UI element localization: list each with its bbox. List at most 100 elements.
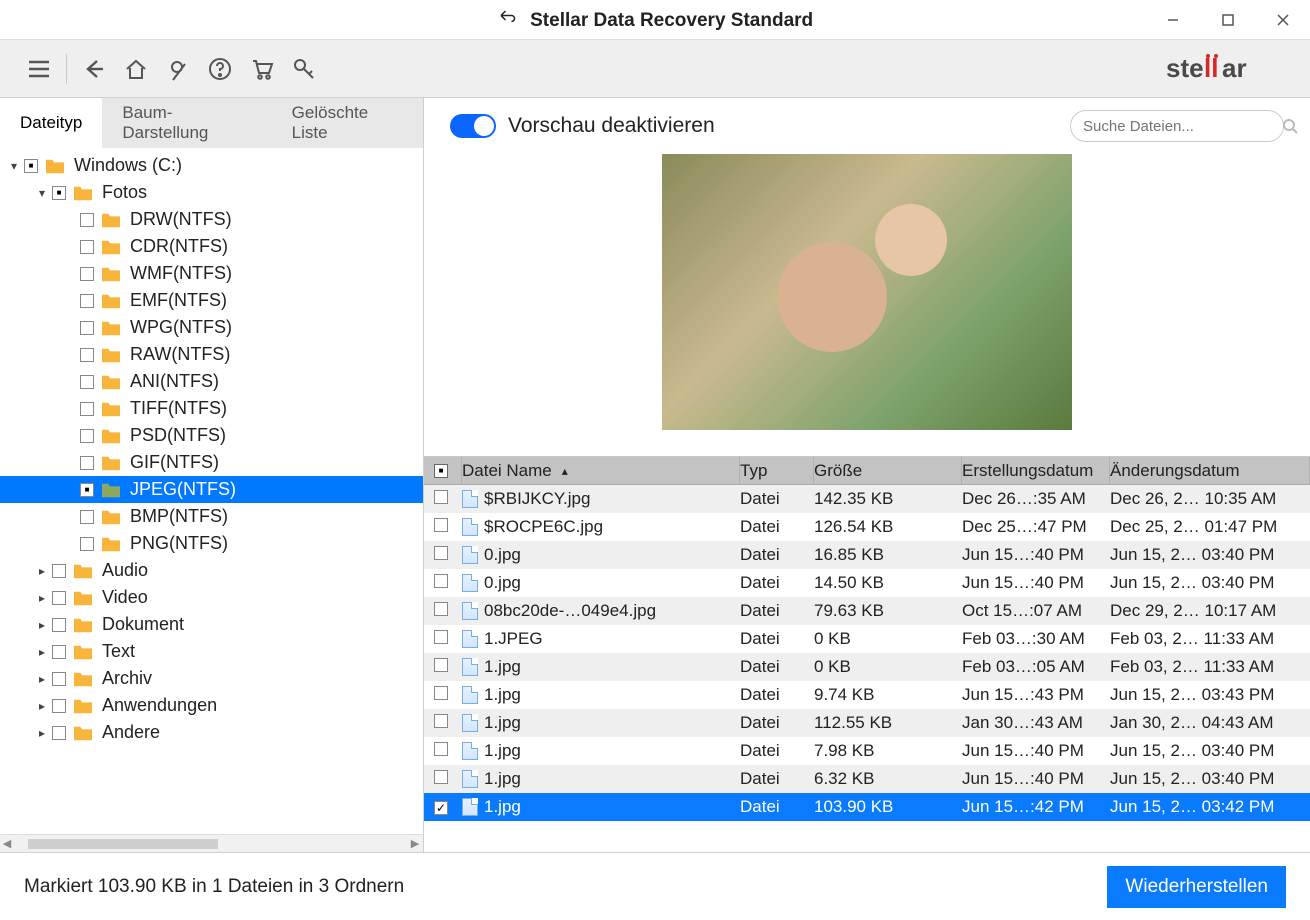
checkbox[interactable] [52, 186, 66, 200]
row-checkbox[interactable] [434, 630, 448, 644]
checkbox[interactable] [80, 294, 94, 308]
tree-item-anwendungen[interactable]: ▸Anwendungen [0, 692, 423, 719]
grid-header[interactable]: Datei Name▴ Typ Größe Erstellungsdatum Ä… [424, 457, 1310, 485]
checkbox[interactable] [80, 348, 94, 362]
col-type[interactable]: Typ [740, 457, 814, 484]
tree-item-wpg-ntfs-[interactable]: WPG(NTFS) [0, 314, 423, 341]
file-row[interactable]: 1.jpgDatei9.74 KBJun 15…:43 PMJun 15, 2…… [424, 681, 1310, 709]
checkbox[interactable] [80, 240, 94, 254]
row-checkbox[interactable] [434, 574, 448, 588]
tree-item-andere[interactable]: ▸Andere [0, 719, 423, 746]
checkbox[interactable] [52, 672, 66, 686]
checkbox[interactable] [80, 510, 94, 524]
checkbox[interactable] [24, 159, 38, 173]
search-input[interactable] [1083, 118, 1282, 135]
caret-icon[interactable]: ▸ [34, 618, 50, 632]
tree-item-tiff-ntfs-[interactable]: TIFF(NTFS) [0, 395, 423, 422]
checkbox[interactable] [80, 321, 94, 335]
header-checkbox[interactable] [434, 464, 448, 478]
caret-icon[interactable]: ▸ [34, 672, 50, 686]
file-row[interactable]: 0.jpgDatei16.85 KBJun 15…:40 PMJun 15, 2… [424, 541, 1310, 569]
cart-button[interactable] [241, 48, 283, 90]
row-checkbox[interactable] [434, 546, 448, 560]
tab-0[interactable]: Dateityp [0, 98, 102, 148]
file-row[interactable]: 0.jpgDatei14.50 KBJun 15…:40 PMJun 15, 2… [424, 569, 1310, 597]
caret-icon[interactable]: ▸ [34, 564, 50, 578]
tree-item-psd-ntfs-[interactable]: PSD(NTFS) [0, 422, 423, 449]
file-row[interactable]: 1.JPEGDatei0 KBFeb 03…:30 AMFeb 03, 2… 1… [424, 625, 1310, 653]
checkbox[interactable] [52, 645, 66, 659]
horizontal-scrollbar[interactable]: ◀ ▶ [0, 834, 423, 852]
file-row[interactable]: 1.jpgDatei0 KBFeb 03…:05 AMFeb 03, 2… 11… [424, 653, 1310, 681]
tree-item-windows-c-[interactable]: ▾Windows (C:) [0, 152, 423, 179]
tree-item-text[interactable]: ▸Text [0, 638, 423, 665]
tree-item-gif-ntfs-[interactable]: GIF(NTFS) [0, 449, 423, 476]
scan-button[interactable] [157, 48, 199, 90]
checkbox[interactable] [52, 618, 66, 632]
file-row[interactable]: $ROCPE6C.jpgDatei126.54 KBDec 25…:47 PMD… [424, 513, 1310, 541]
caret-icon[interactable]: ▸ [34, 726, 50, 740]
checkbox[interactable] [52, 726, 66, 740]
row-checkbox[interactable] [434, 658, 448, 672]
checkbox[interactable] [52, 564, 66, 578]
caret-icon[interactable]: ▾ [34, 186, 50, 200]
tab-1[interactable]: Baum-Darstellung [102, 98, 271, 148]
tree-item-emf-ntfs-[interactable]: EMF(NTFS) [0, 287, 423, 314]
row-checkbox[interactable] [434, 714, 448, 728]
row-checkbox[interactable] [434, 490, 448, 504]
tree-item-png-ntfs-[interactable]: PNG(NTFS) [0, 530, 423, 557]
col-created[interactable]: Erstellungsdatum [962, 457, 1110, 484]
file-grid[interactable]: Datei Name▴ Typ Größe Erstellungsdatum Ä… [424, 456, 1310, 852]
checkbox[interactable] [80, 267, 94, 281]
checkbox[interactable] [52, 591, 66, 605]
file-row[interactable]: 1.jpgDatei112.55 KBJan 30…:43 AMJan 30, … [424, 709, 1310, 737]
tree-item-cdr-ntfs-[interactable]: CDR(NTFS) [0, 233, 423, 260]
file-row[interactable]: 08bc20de-…049e4.jpgDatei79.63 KBOct 15…:… [424, 597, 1310, 625]
menu-button[interactable] [18, 48, 60, 90]
col-modified[interactable]: Änderungsdatum [1110, 457, 1310, 484]
tree-item-raw-ntfs-[interactable]: RAW(NTFS) [0, 341, 423, 368]
tree-item-drw-ntfs-[interactable]: DRW(NTFS) [0, 206, 423, 233]
checkbox[interactable] [80, 456, 94, 470]
checkbox[interactable] [80, 429, 94, 443]
tree-item-fotos[interactable]: ▾Fotos [0, 179, 423, 206]
caret-icon[interactable]: ▸ [34, 645, 50, 659]
row-checkbox[interactable] [434, 518, 448, 532]
col-size[interactable]: Größe [814, 457, 962, 484]
tree-item-video[interactable]: ▸Video [0, 584, 423, 611]
checkbox[interactable] [80, 213, 94, 227]
checkbox[interactable] [52, 699, 66, 713]
help-button[interactable] [199, 48, 241, 90]
row-checkbox[interactable] [434, 686, 448, 700]
search-box[interactable] [1070, 110, 1284, 142]
file-row[interactable]: 1.jpgDatei7.98 KBJun 15…:40 PMJun 15, 2…… [424, 737, 1310, 765]
tree-item-bmp-ntfs-[interactable]: BMP(NTFS) [0, 503, 423, 530]
row-checkbox[interactable] [434, 801, 448, 815]
maximize-button[interactable] [1200, 0, 1255, 39]
caret-icon[interactable]: ▸ [34, 591, 50, 605]
key-button[interactable] [283, 48, 325, 90]
row-checkbox[interactable] [434, 770, 448, 784]
recover-button[interactable]: Wiederherstellen [1107, 866, 1286, 908]
checkbox[interactable] [80, 375, 94, 389]
file-row[interactable]: 1.jpgDatei6.32 KBJun 15…:40 PMJun 15, 2…… [424, 765, 1310, 793]
row-checkbox[interactable] [434, 742, 448, 756]
checkbox[interactable] [80, 483, 94, 497]
col-name[interactable]: Datei Name▴ [462, 457, 740, 484]
checkbox[interactable] [80, 537, 94, 551]
tree-item-wmf-ntfs-[interactable]: WMF(NTFS) [0, 260, 423, 287]
caret-icon[interactable]: ▸ [34, 699, 50, 713]
preview-toggle[interactable] [450, 114, 496, 138]
file-row[interactable]: 1.jpgDatei103.90 KBJun 15…:42 PMJun 15, … [424, 793, 1310, 821]
home-button[interactable] [115, 48, 157, 90]
tree-item-jpeg-ntfs-[interactable]: JPEG(NTFS) [0, 476, 423, 503]
tree-item-dokument[interactable]: ▸Dokument [0, 611, 423, 638]
tab-2[interactable]: Gelöschte Liste [272, 98, 423, 148]
tree-item-audio[interactable]: ▸Audio [0, 557, 423, 584]
close-button[interactable] [1255, 0, 1310, 39]
checkbox[interactable] [80, 402, 94, 416]
minimize-button[interactable] [1145, 0, 1200, 39]
tree-view[interactable]: ▾Windows (C:)▾FotosDRW(NTFS)CDR(NTFS)WMF… [0, 148, 423, 834]
back-button[interactable] [73, 48, 115, 90]
file-row[interactable]: $RBIJKCY.jpgDatei142.35 KBDec 26…:35 AMD… [424, 485, 1310, 513]
